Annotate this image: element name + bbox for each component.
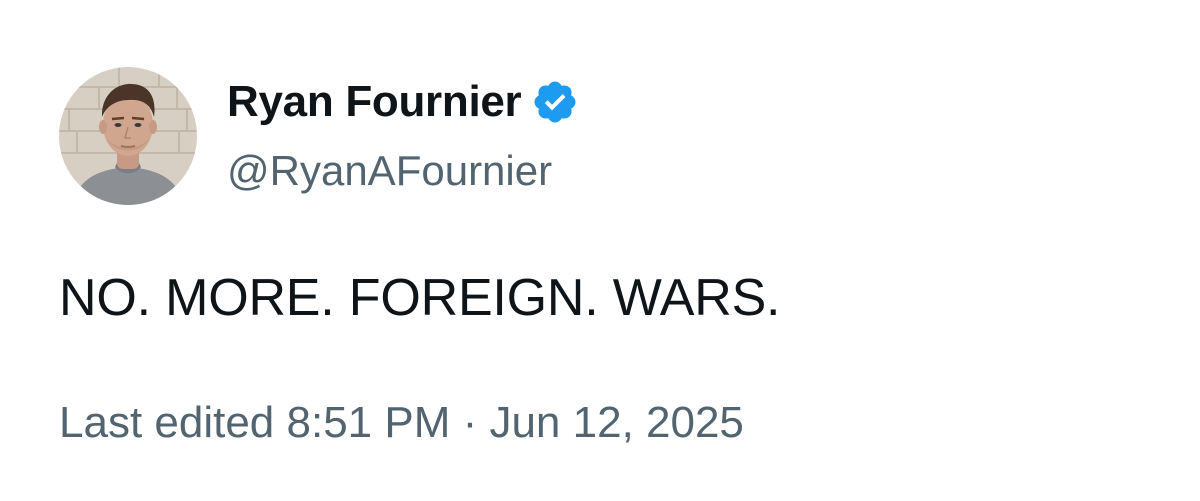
verified-badge-icon[interactable] [531, 78, 579, 126]
tweet-text: NO. MORE. FOREIGN. WARS. [59, 269, 781, 327]
avatar-photo [59, 67, 197, 205]
tweet-timestamp[interactable]: Last edited 8:51 PM · Jun 12, 2025 [59, 398, 744, 448]
avatar[interactable] [59, 67, 197, 205]
author-name-row: Ryan Fournier [227, 76, 579, 128]
author-handle[interactable]: @RyanAFournier [227, 147, 552, 195]
tweet-card: Ryan Fournier @RyanAFournier NO. MORE. F… [0, 0, 1200, 501]
author-display-name[interactable]: Ryan Fournier [227, 77, 522, 127]
